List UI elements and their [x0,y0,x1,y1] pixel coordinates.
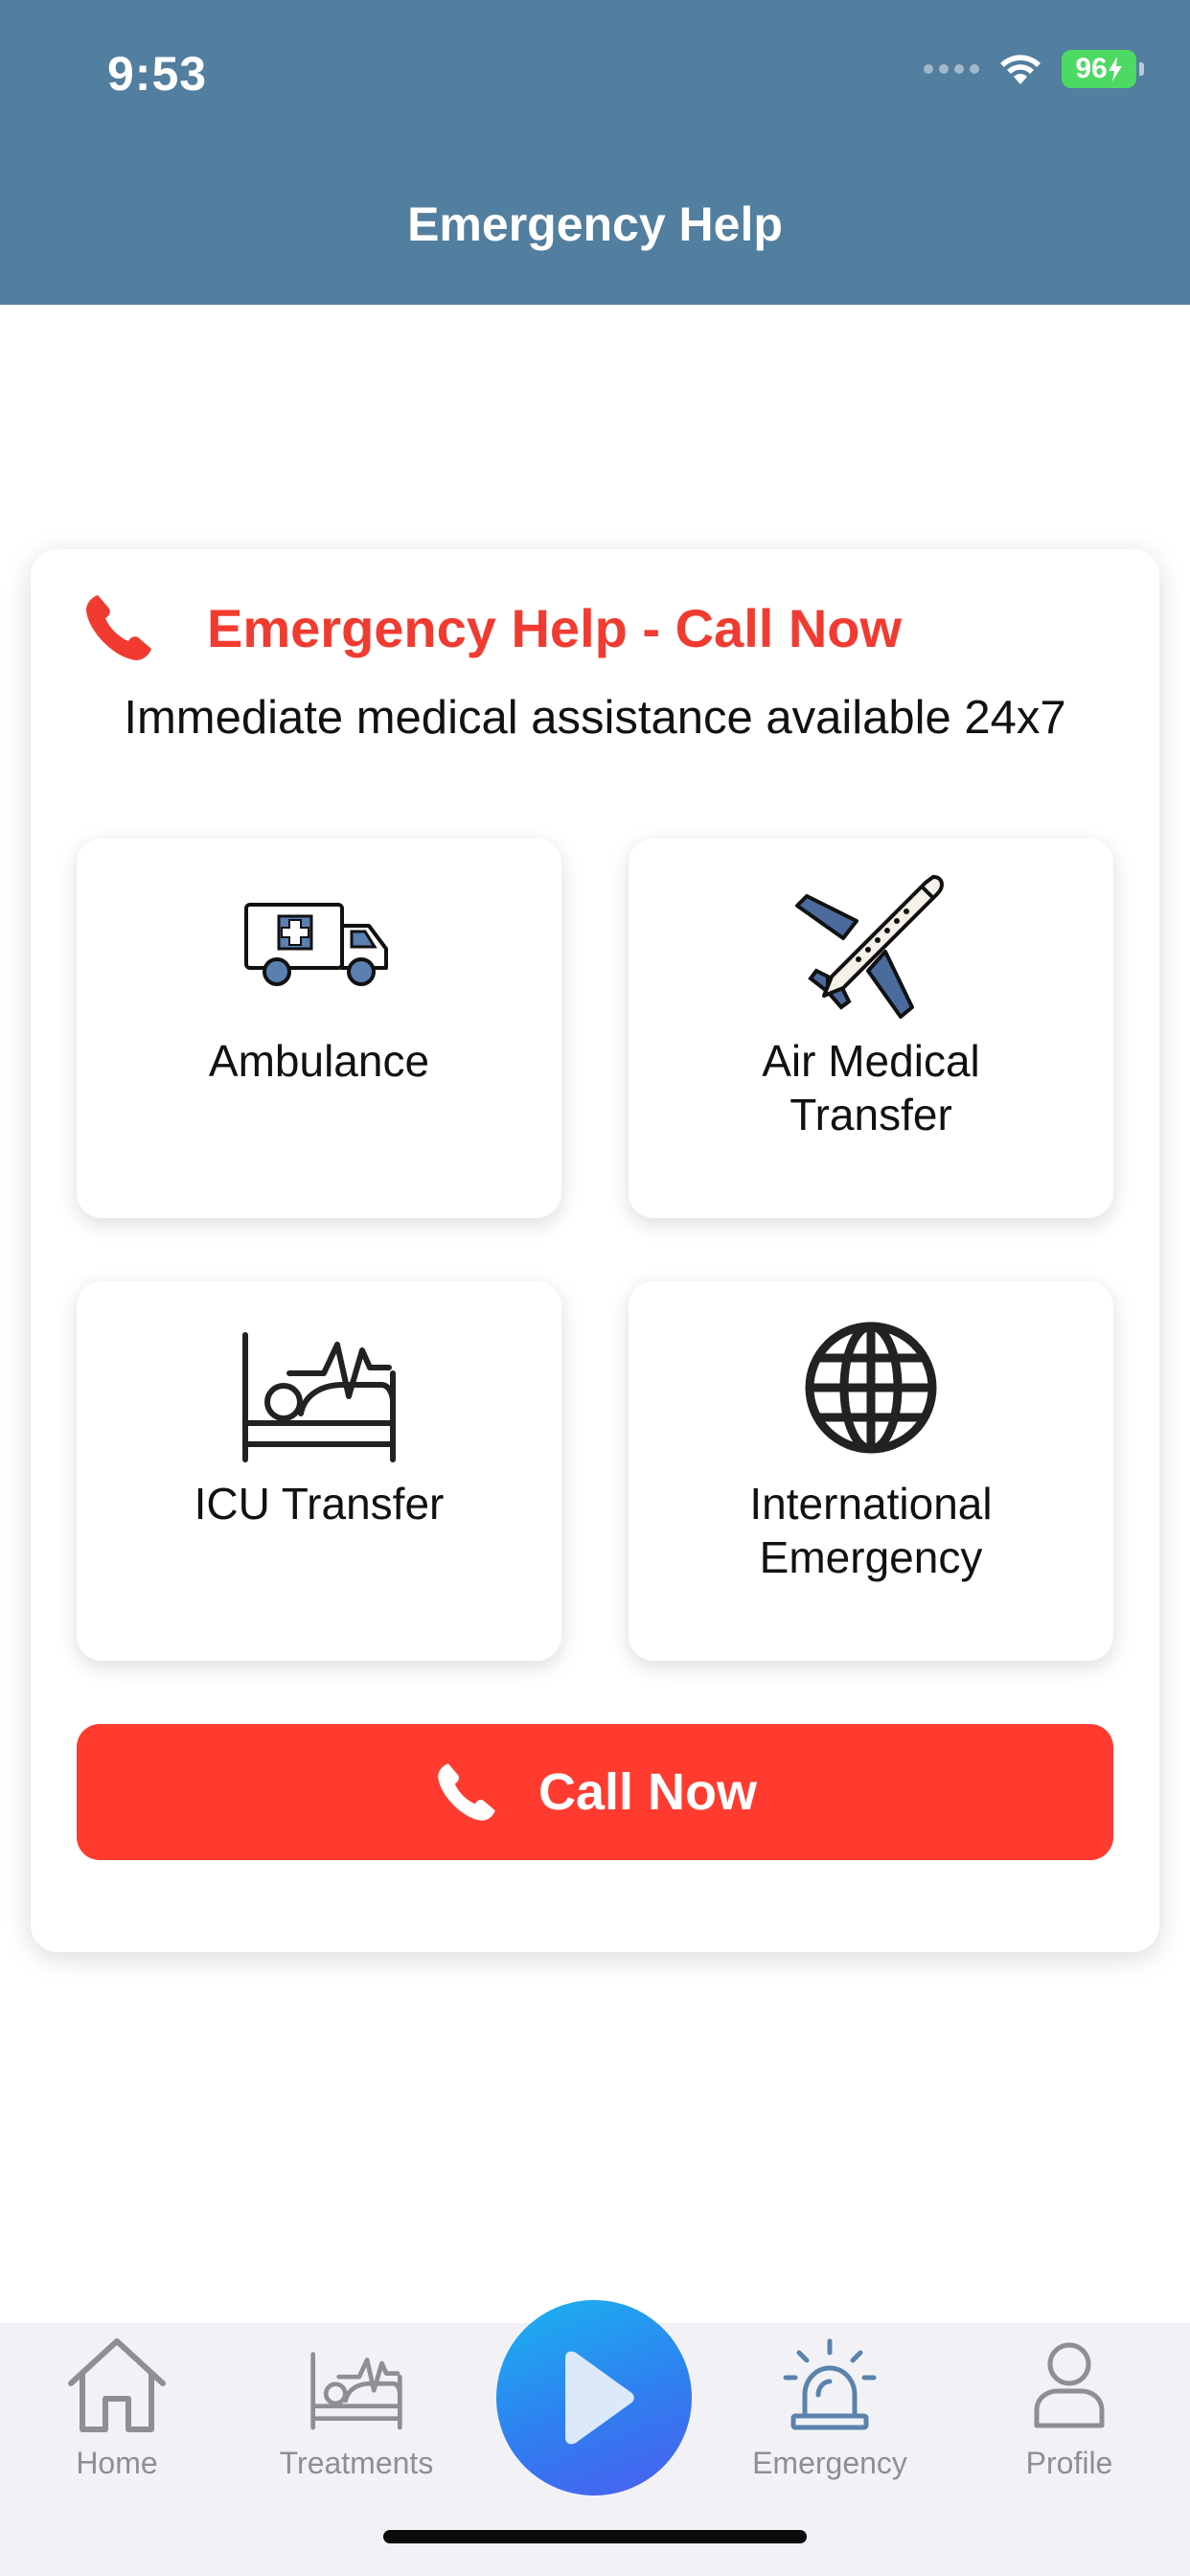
airplane-icon [790,863,952,1026]
page-title: Emergency Help [407,197,783,251]
service-label: International Emergency [749,1479,993,1582]
card-subtitle: Immediate medical assistance available 2… [124,692,1066,744]
status-time: 9:53 [107,47,208,101]
service-tile-international-emergency[interactable]: International Emergency [629,1281,1113,1661]
battery-level: 96 [1075,53,1108,84]
service-tile-ambulance[interactable]: Ambulance [77,839,561,1218]
wifi-icon [1000,55,1041,84]
service-label: ICU Transfer [194,1479,445,1529]
services-grid: Ambulance Air Medical Transfer ICU Trans… [77,839,1113,1661]
tab-label: Profile [1025,2446,1113,2480]
ambulance-icon [242,863,396,1026]
emergency-help-screen: 9:53 96 Emergency Help Emergency Help - … [0,0,1190,2576]
tab-label: Treatments [279,2446,434,2480]
service-tile-icu-transfer[interactable]: ICU Transfer [77,1281,561,1661]
tab-profile[interactable]: Profile [973,2323,1165,2534]
globe-icon [799,1306,943,1469]
tab-emergency[interactable]: Emergency [734,2323,926,2534]
call-now-label: Call Now [538,1763,758,1821]
phone-icon [86,595,151,660]
service-tile-air-medical-transfer[interactable]: Air Medical Transfer [629,839,1113,1218]
siren-icon [780,2333,880,2438]
service-label: Air Medical Transfer [762,1036,980,1139]
call-now-button[interactable]: Call Now [77,1724,1113,1860]
tab-label: Home [76,2446,158,2480]
home-indicator[interactable] [383,2530,807,2543]
card-header: Emergency Help - Call Now [80,589,902,666]
play-icon [565,2351,634,2445]
app-header: 9:53 96 Emergency Help [0,0,1190,305]
card-title: Emergency Help - Call Now [207,597,903,658]
treatments-bed-icon [307,2333,406,2438]
charging-bolt-icon [1108,57,1122,81]
tab-treatments[interactable]: Treatments [261,2323,452,2534]
icu-bed-icon [238,1306,400,1469]
tab-home[interactable]: Home [21,2323,213,2534]
battery-indicator: 96 [1062,50,1144,88]
tab-label: Emergency [752,2446,907,2480]
center-play-button[interactable] [496,2300,692,2496]
profile-icon [1031,2333,1108,2438]
emergency-card: Emergency Help - Call Now Immediate medi… [31,549,1159,1952]
status-indicators: 96 [924,50,1144,88]
cellular-signal-icon [924,64,979,74]
phone-icon [438,1763,495,1821]
home-icon [65,2333,169,2438]
service-label: Ambulance [208,1036,430,1086]
